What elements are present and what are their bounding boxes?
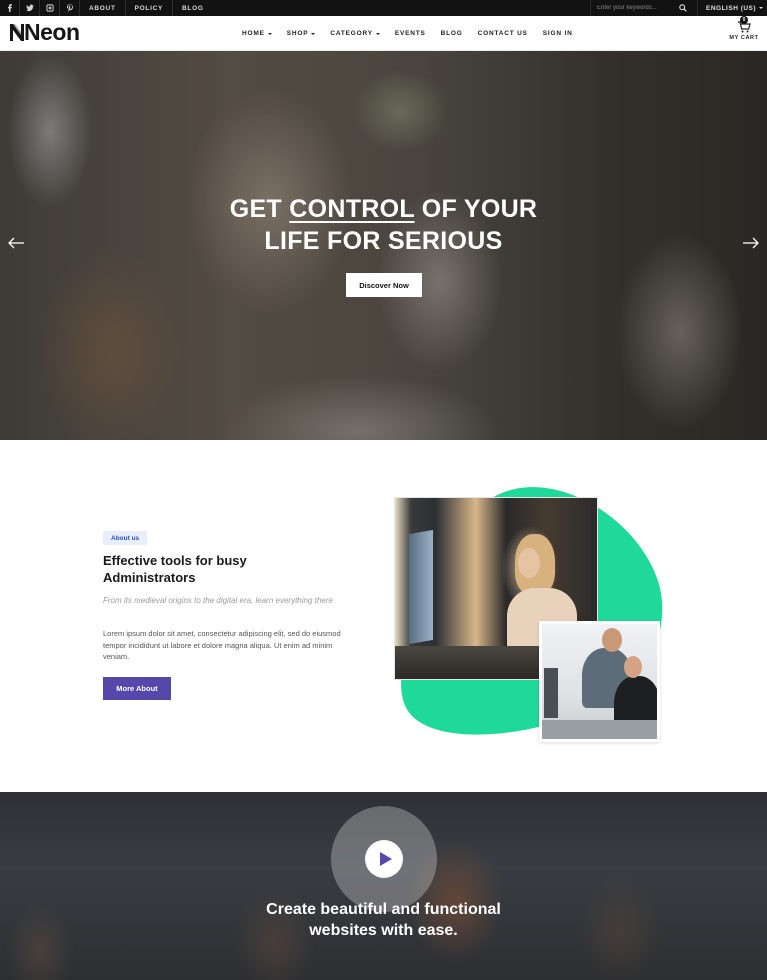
top-link-blog[interactable]: BLOG bbox=[173, 0, 213, 16]
language-label: ENGLISH (US) bbox=[706, 4, 757, 12]
cart-label: MY CART bbox=[729, 35, 759, 41]
language-selector[interactable]: ENGLISH (US) bbox=[698, 0, 767, 16]
main-nav: HOME SHOP CATEGORY EVENTS BLOG CONTACT U… bbox=[242, 16, 588, 51]
logo-mark-icon bbox=[10, 24, 24, 41]
woman-face-shape bbox=[624, 656, 642, 678]
woman-face-shape bbox=[518, 548, 540, 578]
arrow-left-icon[interactable] bbox=[7, 237, 25, 249]
hero-slider: GET CONTROL OF YOUR LIFE FOR SERIOUS Dis… bbox=[0, 51, 767, 440]
cart-button[interactable]: 0 MY CART bbox=[728, 16, 760, 46]
monitor-shape bbox=[409, 529, 433, 645]
about-lead: From its medieval origins to the digital… bbox=[103, 596, 333, 605]
video-title-line1: Create beautiful and functional bbox=[266, 901, 501, 918]
search-input[interactable] bbox=[591, 5, 675, 11]
chevron-down-icon bbox=[375, 32, 380, 35]
about-title: Effective tools for busy Administrators bbox=[103, 553, 247, 585]
top-link-about[interactable]: ABOUT bbox=[80, 0, 126, 16]
about-photo-team-at-desk bbox=[539, 621, 660, 742]
video-section: Create beautiful and functional websites… bbox=[0, 792, 767, 980]
nav-category-label: CATEGORY bbox=[330, 30, 373, 37]
desk-shape bbox=[542, 720, 657, 739]
hero-title-post: OF YOUR bbox=[414, 195, 538, 223]
video-title: Create beautiful and functional websites… bbox=[0, 899, 767, 941]
search-icon[interactable] bbox=[679, 4, 687, 12]
facebook-icon[interactable] bbox=[0, 0, 20, 16]
nav-home-label: HOME bbox=[242, 30, 265, 37]
discover-now-button[interactable]: Discover Now bbox=[346, 273, 422, 297]
cart-count-badge: 0 bbox=[740, 16, 748, 24]
hero-title: GET CONTROL OF YOUR LIFE FOR SERIOUS bbox=[0, 193, 767, 257]
hero-title-line2: LIFE FOR SERIOUS bbox=[264, 227, 503, 255]
hero-title-pre: GET bbox=[229, 195, 290, 223]
site-logo[interactable]: Neon bbox=[9, 19, 80, 45]
more-about-button[interactable]: More About bbox=[103, 677, 171, 700]
top-bar: ABOUT POLICY BLOG ENGLISH (US) bbox=[0, 0, 767, 16]
social-links bbox=[0, 0, 80, 16]
screen-shape bbox=[544, 668, 558, 718]
top-search bbox=[590, 0, 698, 16]
chevron-down-icon bbox=[759, 7, 764, 9]
main-header: Neon HOME SHOP CATEGORY EVENTS BLOG CONT… bbox=[0, 16, 767, 51]
nav-shop[interactable]: SHOP bbox=[287, 30, 316, 37]
nav-category[interactable]: CATEGORY bbox=[330, 30, 380, 37]
nav-shop-label: SHOP bbox=[286, 30, 309, 37]
top-link-policy[interactable]: POLICY bbox=[126, 0, 174, 16]
instagram-icon[interactable] bbox=[40, 0, 60, 16]
nav-blog[interactable]: BLOG bbox=[441, 30, 463, 37]
arrow-right-icon[interactable] bbox=[742, 237, 760, 249]
twitter-icon[interactable] bbox=[20, 0, 40, 16]
chevron-down-icon bbox=[311, 32, 316, 35]
nav-events[interactable]: EVENTS bbox=[395, 30, 426, 37]
play-icon bbox=[379, 852, 392, 866]
play-video-button[interactable] bbox=[365, 840, 403, 878]
nav-sign-in[interactable]: SIGN IN bbox=[543, 30, 573, 37]
chevron-down-icon bbox=[267, 32, 272, 35]
nav-contact-us[interactable]: CONTACT US bbox=[478, 30, 528, 37]
video-title-line2: websites with ease. bbox=[309, 922, 458, 939]
man-face-shape bbox=[602, 628, 622, 652]
nav-home[interactable]: HOME bbox=[242, 30, 272, 37]
hero-title-underlined: CONTROL bbox=[289, 195, 415, 223]
logo-text: Neon bbox=[24, 19, 80, 45]
pinterest-icon[interactable] bbox=[60, 0, 80, 16]
about-badge: About us bbox=[103, 531, 148, 545]
about-body: Lorem ipsum dolor sit amet, consectetur … bbox=[103, 629, 341, 661]
top-links: ABOUT POLICY BLOG bbox=[80, 0, 213, 16]
